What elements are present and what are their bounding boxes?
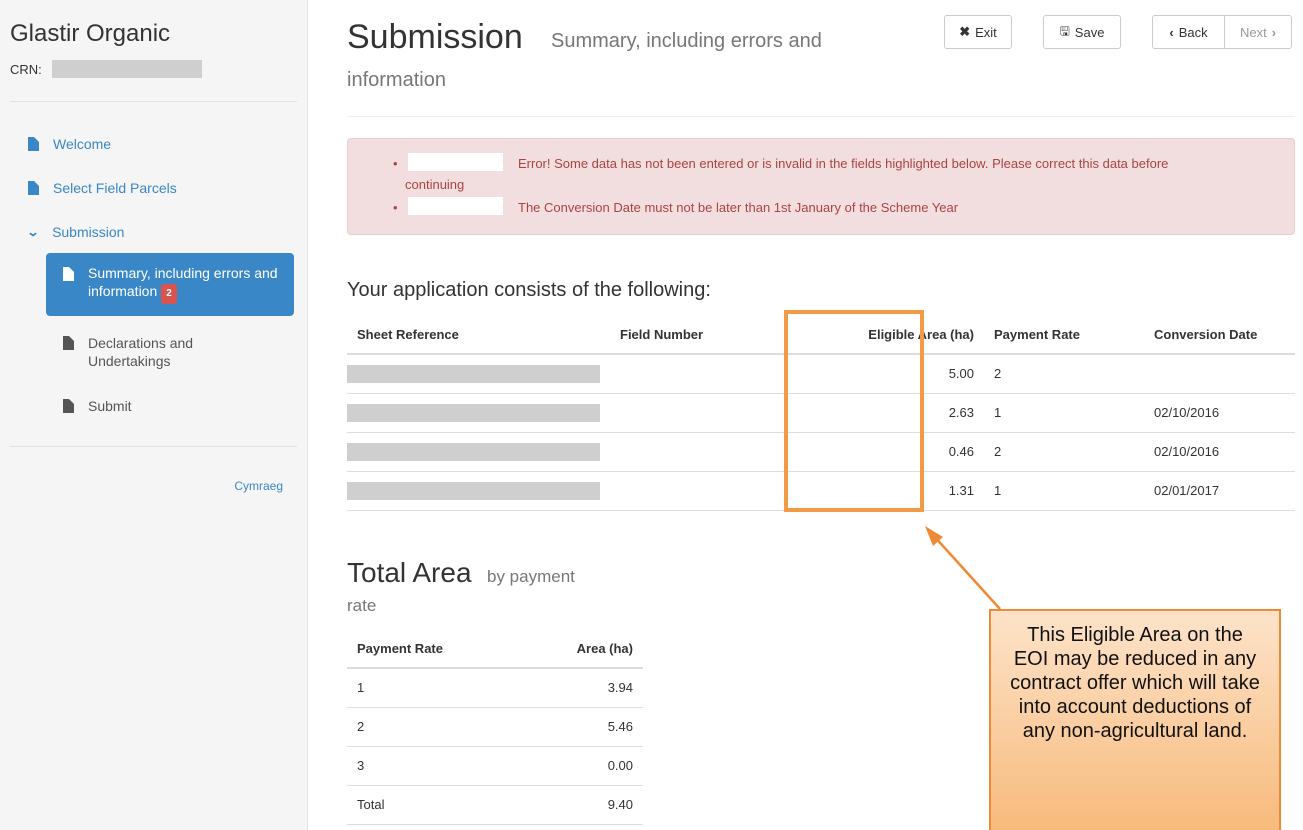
- document-icon: [63, 267, 74, 281]
- page-title: Submission: [347, 18, 523, 56]
- payment-rate-cell: 2: [984, 354, 1144, 394]
- alert-item-continued: continuing: [405, 177, 465, 192]
- document-icon: [28, 181, 39, 195]
- column-header: Conversion Date: [1144, 316, 1295, 355]
- sidebar-item-label: Submit: [88, 398, 132, 414]
- sidebar-item-label: Submission: [52, 224, 125, 240]
- sidebar-item-label-line1: Declarations and: [88, 335, 194, 351]
- error-count-badge: 2: [161, 284, 177, 304]
- document-icon: [63, 336, 74, 350]
- redacted-field: [347, 364, 600, 383]
- table-row: Total 9.40: [347, 785, 643, 825]
- times-icon: ✖: [959, 24, 971, 39]
- redacted-field: [408, 153, 503, 171]
- sidebar-divider: [10, 446, 297, 447]
- chevron-right-icon: ›: [1271, 24, 1277, 40]
- redacted-field: [347, 403, 600, 422]
- chevron-left-icon: ‹: [1169, 24, 1174, 40]
- crn-label: CRN:: [10, 62, 42, 77]
- total-area-subtitle-continued: rate: [347, 596, 377, 615]
- sidebar-item-select-field-parcels[interactable]: Select Field Parcels: [28, 180, 177, 196]
- sidebar-item-welcome[interactable]: Welcome: [28, 136, 111, 152]
- payment-rate-cell: 1: [984, 471, 1144, 511]
- column-header: Sheet Reference: [347, 316, 610, 355]
- total-area-table: Payment Rate Area (ha) 1 3.94 2 5.46 3 0…: [347, 630, 643, 825]
- eligible-area-highlight: [784, 310, 924, 512]
- error-alert: • Error! Some data has not been entered …: [347, 138, 1295, 235]
- conversion-date-cell: [1144, 354, 1295, 394]
- app-title: Glastir Organic: [10, 20, 171, 47]
- application-heading: Your application consists of the followi…: [347, 279, 711, 301]
- next-button[interactable]: Next ›: [1224, 15, 1292, 49]
- header-divider: [347, 116, 1295, 117]
- back-button[interactable]: ‹ Back: [1152, 15, 1225, 49]
- sidebar-item-summary[interactable]: Summary, including errors and informatio…: [46, 253, 294, 316]
- column-header: Payment Rate: [347, 630, 520, 669]
- conversion-date-cell: 02/10/2016: [1144, 393, 1295, 433]
- page-subtitle-continued: information: [347, 69, 446, 91]
- sidebar-item-label: Summary, including errors and informatio…: [88, 265, 278, 299]
- payment-rate-cell: 2: [984, 432, 1144, 472]
- sidebar: Glastir Organic CRN: Welcome Select Fiel…: [0, 0, 308, 830]
- table-row: 3 0.00: [347, 746, 643, 786]
- floppy-disk-icon: 🖫: [1059, 23, 1070, 38]
- chevron-down-icon: ⌄: [26, 225, 40, 239]
- crn-value-redacted: [52, 60, 202, 78]
- sidebar-item-label: Select Field Parcels: [53, 180, 177, 196]
- column-header: Area (ha): [519, 630, 643, 669]
- sidebar-item-label-line2: Undertakings: [88, 353, 171, 369]
- sidebar-item-submission[interactable]: ⌄ Submission: [26, 224, 125, 240]
- table-row: 2 5.46: [347, 707, 643, 747]
- callout-box: This Eligible Area on the EOI may be red…: [989, 609, 1281, 830]
- save-button[interactable]: 🖫 Save: [1043, 15, 1121, 49]
- total-area-subtitle: by payment: [487, 567, 575, 586]
- conversion-date-cell: 02/01/2017: [1144, 471, 1295, 511]
- sidebar-divider: [10, 101, 297, 102]
- table-row: 1 3.94: [347, 668, 643, 708]
- language-link[interactable]: Cymraeg: [234, 479, 283, 493]
- conversion-date-cell: 02/10/2016: [1144, 432, 1295, 472]
- redacted-field: [347, 481, 600, 500]
- table-header-row: Payment Rate Area (ha): [347, 630, 643, 669]
- page-subtitle: Summary, including errors and: [551, 30, 822, 52]
- sidebar-item-label: Welcome: [53, 136, 112, 152]
- exit-button[interactable]: ✖ Exit: [944, 15, 1012, 49]
- total-area-title: Total Area: [347, 557, 472, 588]
- redacted-field: [347, 442, 600, 461]
- document-icon: [28, 137, 39, 151]
- payment-rate-cell: 1: [984, 393, 1144, 433]
- document-icon: [63, 399, 74, 413]
- column-header: Payment Rate: [984, 316, 1144, 355]
- redacted-field: [408, 197, 503, 215]
